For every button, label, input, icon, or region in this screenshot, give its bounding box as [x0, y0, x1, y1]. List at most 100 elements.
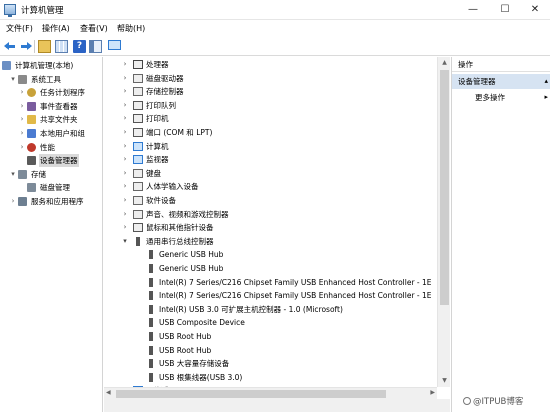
nav-item-label: 服务和应用程序: [31, 197, 84, 206]
device-category[interactable]: › 人体学输入设备: [104, 180, 437, 193]
horizontal-scrollbar-thumb[interactable]: [116, 390, 386, 398]
expand-caret-icon[interactable]: ▾: [9, 168, 17, 181]
device-item[interactable]: USB 大容量存储设备: [104, 357, 437, 370]
device-item[interactable]: Intel(R) 7 Series/C216 Chipset Family US…: [104, 289, 437, 302]
menu-bar: 文件(F) 操作(A) 查看(V) 帮助(H): [0, 21, 550, 36]
scroll-down-icon[interactable]: ▼: [438, 376, 451, 386]
collapse-caret-icon[interactable]: ›: [18, 113, 26, 126]
device-category[interactable]: › 鼠标和其他指针设备: [104, 221, 437, 234]
device-item-label: USB Root Hub: [159, 345, 212, 355]
expand-caret-icon[interactable]: ▾: [9, 73, 17, 86]
usb-icon: [149, 332, 153, 341]
nav-item[interactable]: › 事件查看器: [0, 100, 102, 113]
collapse-caret-icon[interactable]: ›: [18, 100, 26, 113]
up-folder-icon[interactable]: [38, 40, 51, 53]
device-category-label: 端口 (COM 和 LPT): [146, 128, 213, 137]
horizontal-scrollbar[interactable]: ◀ ▶: [104, 387, 437, 399]
device-item[interactable]: Intel(R) 7 Series/C216 Chipset Family US…: [104, 276, 437, 289]
device-category[interactable]: ▾ 通用串行总线控制器: [104, 235, 437, 248]
nav-item[interactable]: › 服务和应用程序: [0, 195, 102, 208]
device-category[interactable]: › 软件设备: [104, 194, 437, 207]
device-category[interactable]: › 磁盘驱动器: [104, 72, 437, 85]
device-category[interactable]: › 打印队列: [104, 99, 437, 112]
device-category[interactable]: › 声音、视频和游戏控制器: [104, 208, 437, 221]
device-category-label: 鼠标和其他指针设备: [146, 223, 214, 233]
menu-help[interactable]: 帮助(H): [117, 23, 145, 34]
collapse-caret-icon[interactable]: ›: [18, 86, 26, 99]
collapse-caret-icon[interactable]: ›: [18, 141, 26, 154]
device-item[interactable]: Intel(R) USB 3.0 可扩展主机控制器 - 1.0 (Microso…: [104, 303, 437, 316]
collapse-caret-icon[interactable]: ›: [121, 112, 129, 125]
more-actions-item[interactable]: 更多操作 ▸: [452, 91, 550, 104]
device-item[interactable]: Generic USB Hub: [104, 262, 437, 275]
back-arrow-icon[interactable]: [4, 40, 17, 53]
show-hide-tree-icon[interactable]: [55, 40, 68, 53]
device-category[interactable]: › 打印机: [104, 112, 437, 125]
collapse-caret-icon[interactable]: ›: [121, 72, 129, 85]
device-category-label: 通用串行总线控制器: [146, 236, 214, 246]
nav-item[interactable]: › 任务计划程序: [0, 86, 102, 99]
device-item[interactable]: USB Composite Device: [104, 316, 437, 329]
minimize-button[interactable]: —: [458, 0, 488, 20]
monitor-icon[interactable]: [108, 40, 121, 50]
menu-view[interactable]: 查看(V): [80, 23, 108, 34]
nav-item[interactable]: › 共享文件夹: [0, 113, 102, 126]
nav-item[interactable]: › 性能: [0, 141, 102, 154]
collapse-caret-icon[interactable]: ›: [121, 208, 129, 221]
collapse-caret-icon[interactable]: ›: [121, 167, 129, 180]
device-item[interactable]: Generic USB Hub: [104, 248, 437, 261]
menu-file[interactable]: 文件(F): [6, 23, 33, 34]
nav-item[interactable]: ▾ 系统工具: [0, 73, 102, 86]
nav-item[interactable]: ▾ 存储: [0, 168, 102, 181]
nav-item[interactable]: 磁盘管理: [0, 181, 102, 194]
action-pane-icon[interactable]: [89, 40, 102, 53]
expand-caret-icon[interactable]: ▾: [121, 235, 129, 248]
device-category[interactable]: › 存储控制器: [104, 85, 437, 98]
device-category-label: 计算机: [146, 141, 169, 151]
nav-item-label: 系统工具: [31, 74, 61, 84]
scrollbar-thumb[interactable]: [440, 70, 449, 305]
collapse-caret-icon[interactable]: ›: [121, 85, 129, 98]
collapse-caret-icon[interactable]: ›: [121, 99, 129, 112]
disk-drive-icon: [133, 73, 143, 83]
device-item-label: Generic USB Hub: [159, 264, 224, 273]
device-item[interactable]: USB Root Hub: [104, 330, 437, 343]
collapse-caret-icon[interactable]: ›: [121, 153, 129, 166]
device-category[interactable]: › 处理器: [104, 58, 437, 71]
device-item[interactable]: USB 根集线器(USB 3.0): [104, 371, 437, 384]
usb-icon: [149, 345, 153, 355]
collapse-caret-icon[interactable]: ›: [121, 221, 129, 234]
watermark-logo-icon: [463, 397, 471, 405]
maximize-button[interactable]: ☐: [490, 0, 520, 20]
scroll-left-icon[interactable]: ◀: [106, 389, 111, 396]
device-category[interactable]: › 端口 (COM 和 LPT): [104, 126, 437, 139]
collapse-caret-icon[interactable]: ›: [121, 126, 129, 139]
device-category-label: 存储控制器: [146, 87, 184, 97]
collapse-caret-icon[interactable]: ›: [9, 195, 17, 208]
vertical-scrollbar[interactable]: ▲ ▼: [437, 57, 450, 387]
scroll-right-icon[interactable]: ▶: [430, 389, 435, 396]
mouse-icon: [133, 223, 143, 233]
device-item[interactable]: USB Root Hub: [104, 344, 437, 357]
close-button[interactable]: ✕: [520, 0, 550, 20]
nav-item[interactable]: 设备管理器: [0, 154, 102, 168]
device-category[interactable]: › 键盘: [104, 167, 437, 180]
collapse-icon[interactable]: ▴: [544, 74, 548, 89]
help-icon[interactable]: ?: [73, 40, 86, 53]
collapse-caret-icon[interactable]: ›: [18, 127, 26, 140]
device-category[interactable]: › 计算机: [104, 140, 437, 153]
collapse-caret-icon[interactable]: ›: [121, 58, 129, 71]
collapse-caret-icon[interactable]: ›: [121, 140, 129, 153]
device-manager-icon: [27, 156, 36, 166]
nav-item[interactable]: 计算机管理(本地): [0, 59, 102, 72]
collapse-caret-icon[interactable]: ›: [121, 194, 129, 207]
scroll-up-icon[interactable]: ▲: [438, 58, 451, 68]
actions-section-device-manager[interactable]: 设备管理器 ▴: [452, 74, 550, 89]
collapse-caret-icon[interactable]: ›: [121, 180, 129, 193]
nav-item[interactable]: › 本地用户和组: [0, 127, 102, 140]
forward-arrow-icon[interactable]: [19, 40, 32, 53]
device-category-label: 声音、视频和游戏控制器: [146, 209, 229, 219]
event-viewer-icon: [27, 101, 36, 111]
menu-action[interactable]: 操作(A): [42, 23, 70, 34]
device-category[interactable]: › 监视器: [104, 153, 437, 166]
